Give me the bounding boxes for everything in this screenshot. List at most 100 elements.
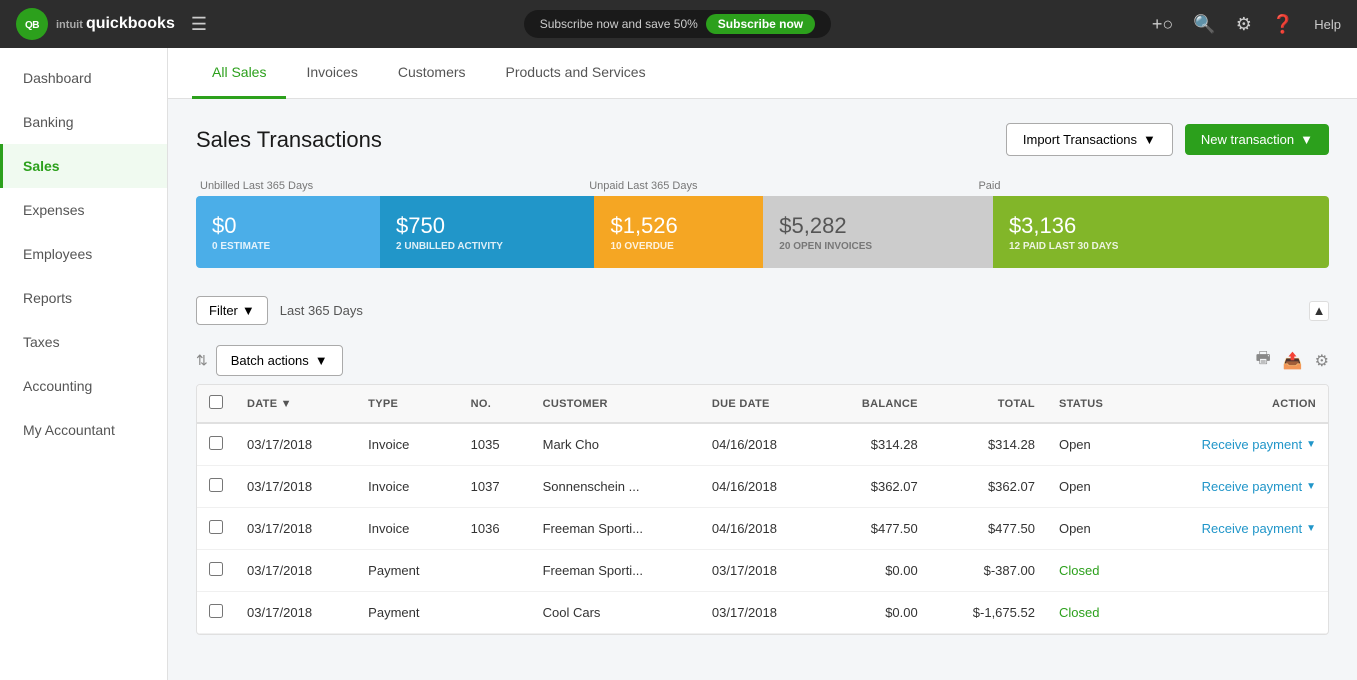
cell-no: 1035 xyxy=(459,423,531,466)
tab-all-sales[interactable]: All Sales xyxy=(192,48,286,99)
table-row: 03/17/2018 Payment Cool Cars 03/17/2018 … xyxy=(197,592,1328,634)
sidebar-item-banking[interactable]: Banking xyxy=(0,100,167,144)
cell-no xyxy=(459,550,531,592)
hamburger-menu[interactable]: ☰ xyxy=(191,14,207,35)
main-layout: Dashboard Banking Sales Expenses Employe… xyxy=(0,48,1357,680)
help-icon[interactable]: ❓ xyxy=(1272,14,1294,35)
sidebar-item-employees[interactable]: Employees xyxy=(0,232,167,276)
add-icon[interactable]: +○ xyxy=(1152,14,1173,35)
header-select-all[interactable] xyxy=(197,385,235,423)
table-toolbar-left: ⇅ Batch actions ▼ xyxy=(196,345,343,376)
cell-status: Open xyxy=(1047,423,1140,466)
sidebar-item-my-accountant[interactable]: My Accountant xyxy=(0,408,167,452)
summary-labels: Unbilled Last 365 Days Unpaid Last 365 D… xyxy=(196,180,1329,192)
import-transactions-button[interactable]: Import Transactions ▼ xyxy=(1006,123,1173,156)
col-customer: CUSTOMER xyxy=(531,385,700,423)
row-checkbox-cell[interactable] xyxy=(197,508,235,550)
receive-payment-action[interactable]: Receive payment ▼ xyxy=(1202,521,1316,536)
col-balance: BALANCE xyxy=(821,385,930,423)
cell-no: 1036 xyxy=(459,508,531,550)
receive-payment-action[interactable]: Receive payment ▼ xyxy=(1202,479,1316,494)
card-paid-label: 12 PAID LAST 30 DAYS xyxy=(1009,241,1313,252)
tab-invoices[interactable]: Invoices xyxy=(286,48,377,99)
card-estimate[interactable]: $0 0 ESTIMATE xyxy=(196,196,380,268)
top-nav-right: +○ 🔍 ⚙ ❓ Help xyxy=(1152,14,1341,35)
card-overdue[interactable]: $1,526 10 OVERDUE xyxy=(594,196,763,268)
tab-products-services[interactable]: Products and Services xyxy=(486,48,666,99)
sidebar-item-reports[interactable]: Reports xyxy=(0,276,167,320)
collapse-button[interactable]: ▲ xyxy=(1309,301,1329,321)
cell-due-date: 04/16/2018 xyxy=(700,508,821,550)
row-checkbox[interactable] xyxy=(209,604,223,618)
col-date[interactable]: DATE ▼ xyxy=(235,385,356,423)
cell-status: Open xyxy=(1047,508,1140,550)
select-all-checkbox[interactable] xyxy=(209,395,223,409)
row-checkbox-cell[interactable] xyxy=(197,423,235,466)
action-chevron-icon: ▼ xyxy=(1306,439,1316,450)
brand-name: intuit quickbooks xyxy=(56,15,175,33)
filter-button[interactable]: Filter ▼ xyxy=(196,296,268,325)
cell-type: Invoice xyxy=(356,466,458,508)
unbilled-label: Unbilled Last 365 Days xyxy=(196,180,585,192)
logo-icon: QB xyxy=(16,8,48,40)
tabs-bar: All Sales Invoices Customers Products an… xyxy=(168,48,1357,99)
card-estimate-label: 0 ESTIMATE xyxy=(212,241,364,252)
export-icon[interactable]: 📤 xyxy=(1283,351,1303,371)
gear-icon[interactable]: ⚙ xyxy=(1236,14,1252,35)
cell-action: Receive payment ▼ xyxy=(1140,423,1328,466)
row-checkbox-cell[interactable] xyxy=(197,550,235,592)
top-navigation: QB intuit quickbooks ☰ Subscribe now and… xyxy=(0,0,1357,48)
sort-icon[interactable]: ⇅ xyxy=(196,352,208,369)
table-row: 03/17/2018 Payment Freeman Sporti... 03/… xyxy=(197,550,1328,592)
transactions-table-container: DATE ▼ TYPE NO. CUSTOMER DUE DATE BALANC… xyxy=(196,384,1329,635)
card-paid-amount: $3,136 xyxy=(1009,213,1313,239)
col-due-date: DUE DATE xyxy=(700,385,821,423)
card-open-invoices[interactable]: $5,282 20 OPEN INVOICES xyxy=(763,196,993,268)
cell-type: Payment xyxy=(356,550,458,592)
row-checkbox[interactable] xyxy=(209,562,223,576)
filter-period: Last 365 Days xyxy=(280,303,363,318)
sidebar-item-taxes[interactable]: Taxes xyxy=(0,320,167,364)
logo-area: QB intuit quickbooks xyxy=(16,8,175,40)
search-icon[interactable]: 🔍 xyxy=(1193,14,1215,35)
table-header-row: DATE ▼ TYPE NO. CUSTOMER DUE DATE BALANC… xyxy=(197,385,1328,423)
cell-date: 03/17/2018 xyxy=(235,592,356,634)
row-checkbox-cell[interactable] xyxy=(197,592,235,634)
batch-arrow-icon: ▼ xyxy=(315,353,328,368)
dropdown-arrow-icon: ▼ xyxy=(1143,132,1156,147)
card-unbilled[interactable]: $750 2 UNBILLED ACTIVITY xyxy=(380,196,594,268)
dropdown-arrow-icon: ▼ xyxy=(1300,132,1313,147)
cell-balance: $362.07 xyxy=(821,466,930,508)
card-open-label: 20 OPEN INVOICES xyxy=(779,241,977,252)
cell-total: $-387.00 xyxy=(930,550,1047,592)
cell-date: 03/17/2018 xyxy=(235,508,356,550)
batch-actions-button[interactable]: Batch actions ▼ xyxy=(216,345,343,376)
settings-icon[interactable]: ⚙ xyxy=(1315,351,1329,371)
sidebar-item-sales[interactable]: Sales xyxy=(0,144,167,188)
sidebar-item-expenses[interactable]: Expenses xyxy=(0,188,167,232)
summary-section: Unbilled Last 365 Days Unpaid Last 365 D… xyxy=(196,180,1329,268)
row-checkbox[interactable] xyxy=(209,436,223,450)
action-chevron-icon: ▼ xyxy=(1306,523,1316,534)
row-checkbox[interactable] xyxy=(209,478,223,492)
receive-payment-action[interactable]: Receive payment ▼ xyxy=(1202,437,1316,452)
promo-banner: Subscribe now and save 50% Subscribe now xyxy=(219,10,1136,38)
filter-row: Filter ▼ Last 365 Days ▲ xyxy=(196,296,1329,325)
cell-due-date: 03/17/2018 xyxy=(700,550,821,592)
tab-customers[interactable]: Customers xyxy=(378,48,486,99)
table-row: 03/17/2018 Invoice 1037 Sonnenschein ...… xyxy=(197,466,1328,508)
row-checkbox[interactable] xyxy=(209,520,223,534)
help-label[interactable]: Help xyxy=(1314,17,1341,32)
sidebar-item-accounting[interactable]: Accounting xyxy=(0,364,167,408)
card-paid[interactable]: $3,136 12 PAID LAST 30 DAYS xyxy=(993,196,1329,268)
cell-balance: $0.00 xyxy=(821,550,930,592)
row-checkbox-cell[interactable] xyxy=(197,466,235,508)
header-actions: Import Transactions ▼ New transaction ▼ xyxy=(1006,123,1329,156)
new-transaction-button[interactable]: New transaction ▼ xyxy=(1185,124,1329,155)
table-body: 03/17/2018 Invoice 1035 Mark Cho 04/16/2… xyxy=(197,423,1328,634)
cell-balance: $0.00 xyxy=(821,592,930,634)
print-icon[interactable]: 🖶 xyxy=(1256,347,1271,374)
subscribe-button[interactable]: Subscribe now xyxy=(706,14,815,34)
sidebar-item-dashboard[interactable]: Dashboard xyxy=(0,56,167,100)
table-toolbar: ⇅ Batch actions ▼ 🖶 📤 ⚙ xyxy=(196,337,1329,384)
